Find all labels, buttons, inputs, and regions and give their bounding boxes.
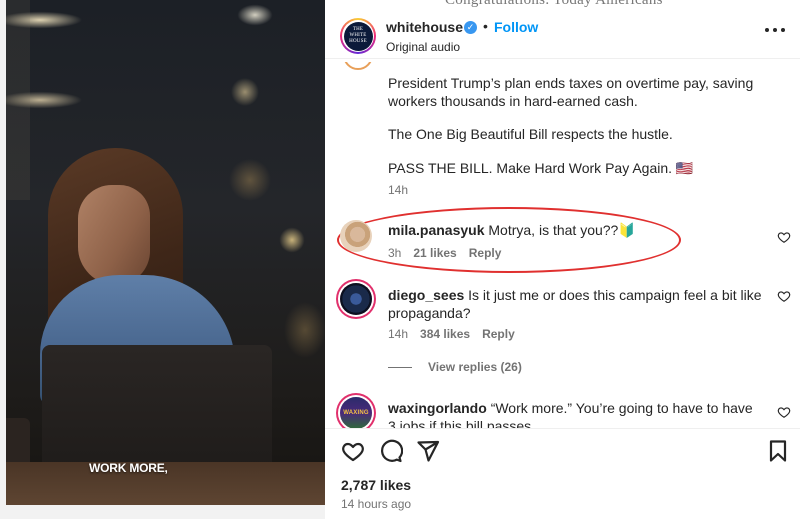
- avatar[interactable]: [340, 283, 372, 315]
- person-face: [78, 185, 150, 285]
- avatar[interactable]: WAXING: [340, 397, 372, 428]
- post-header: THE WHITE HOUSE whitehouse ✓ • Follow Or…: [325, 16, 800, 60]
- bookmark-icon[interactable]: [766, 439, 790, 463]
- avatar-ring-inner: THE WHITE HOUSE: [342, 20, 374, 52]
- more-options-icon[interactable]: [765, 26, 785, 34]
- avatar-text: WAXING: [343, 410, 369, 416]
- view-replies-label: View replies (26): [428, 360, 522, 374]
- avatar[interactable]: [340, 220, 372, 252]
- reply-button[interactable]: Reply: [482, 327, 515, 341]
- more-dot: [765, 28, 769, 32]
- share-icon[interactable]: [416, 439, 440, 463]
- comment-time: 3h: [388, 246, 402, 260]
- verified-badge-icon: ✓: [464, 21, 477, 34]
- comment-likes[interactable]: 21 likes: [413, 246, 456, 260]
- video-caption: WORK MORE,: [89, 461, 168, 475]
- separator-dot: •: [483, 18, 488, 34]
- comment-time: 14h: [388, 327, 409, 341]
- heart-icon[interactable]: [777, 289, 791, 303]
- comment-meta: 14h 384 likes Reply: [388, 327, 515, 341]
- comment-text: diego_sees Is it just me or does this ca…: [388, 286, 763, 322]
- header-divider: [325, 58, 800, 59]
- actions-divider: [325, 428, 800, 429]
- like-heart-icon[interactable]: [341, 439, 365, 463]
- comment-icon[interactable]: [379, 439, 403, 463]
- caption-paragraph: The One Big Beautiful Bill respects the …: [388, 126, 673, 142]
- caption-paragraph: President Trump’s plan ends taxes on ove…: [388, 75, 754, 109]
- more-dot: [781, 28, 785, 32]
- post-panel: Congratulations. Today Americans THE WHI…: [325, 0, 800, 519]
- cropped-top-strip: Congratulations. Today Americans: [325, 0, 800, 8]
- post-timestamp: 14 hours ago: [341, 497, 412, 511]
- comment-username[interactable]: mila.panasyuk: [388, 222, 485, 238]
- comment-likes[interactable]: 384 likes: [420, 327, 470, 341]
- avatar-ring: [343, 62, 373, 70]
- frame-edge: [0, 0, 6, 519]
- replies-line: [388, 366, 412, 368]
- more-dot: [773, 28, 777, 32]
- caption-paragraph: PASS THE BILL. Make Hard Work Pay Again.…: [388, 160, 694, 176]
- comment-username[interactable]: diego_sees: [388, 287, 464, 303]
- comment-text: mila.panasyuk Motrya, is that you??🔰: [388, 221, 763, 239]
- reply-button[interactable]: Reply: [469, 246, 502, 260]
- comment-meta: 3h 21 likes Reply: [388, 246, 501, 260]
- comment-username[interactable]: waxingorlando: [388, 400, 487, 416]
- white-house-logo: THE WHITE HOUSE: [343, 21, 373, 51]
- heart-icon[interactable]: [777, 230, 791, 244]
- laptop: [42, 345, 272, 470]
- frame-edge-bottom: [0, 505, 325, 519]
- red-highlight-ellipse: [337, 207, 681, 273]
- view-replies-button[interactable]: View replies (26): [388, 360, 522, 374]
- post-likes-count[interactable]: 2,787 likes: [341, 477, 411, 493]
- post-media[interactable]: WORK MORE,: [0, 0, 325, 519]
- comments-scroll-area[interactable]: President Trump’s plan ends taxes on ove…: [325, 60, 800, 428]
- cropped-text: Congratulations. Today Americans: [445, 0, 663, 8]
- heart-icon[interactable]: [777, 405, 791, 419]
- caption-author-avatar[interactable]: [343, 62, 373, 74]
- mug: [6, 418, 30, 468]
- follow-button[interactable]: Follow: [494, 19, 538, 35]
- avatar[interactable]: THE WHITE HOUSE: [340, 18, 376, 54]
- post-username[interactable]: whitehouse: [386, 19, 463, 35]
- caption-time: 14h: [388, 183, 409, 197]
- comment-message: Motrya, is that you??🔰: [488, 222, 636, 238]
- logo-line-3: HOUSE: [349, 39, 367, 44]
- audio-label[interactable]: Original audio: [386, 40, 460, 54]
- comment-text: waxingorlando “Work more.” You’re going …: [388, 399, 763, 428]
